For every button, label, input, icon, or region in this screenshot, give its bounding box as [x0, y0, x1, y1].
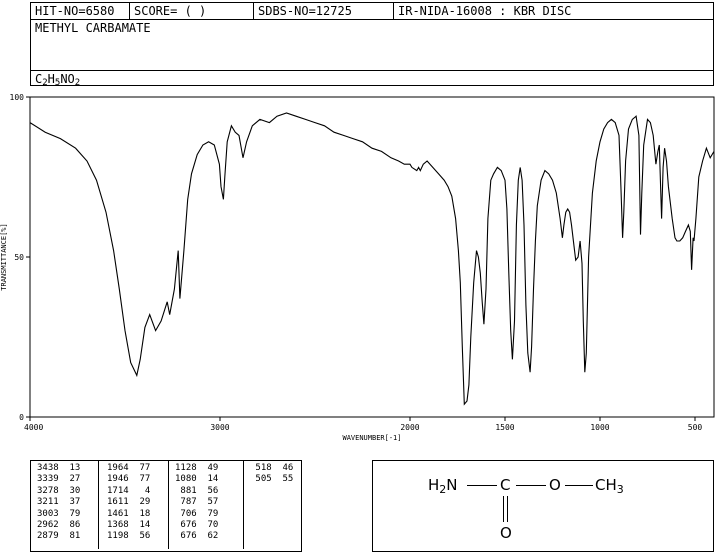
y-axis-label: TRANSMITTANCE[%]: [0, 223, 8, 290]
x-tick-label: 500: [688, 423, 703, 432]
bond-c-o: [516, 485, 546, 486]
double-bond-a: [503, 496, 504, 522]
x-axis-label: WAVENUMBER[-1]: [342, 434, 401, 442]
x-tick-label: 4000: [24, 423, 43, 432]
bond-o-ch3: [565, 485, 593, 486]
structure-panel: H2N C O CH3 O: [372, 460, 714, 552]
x-tick-label: 3000: [210, 423, 229, 432]
x-tick-label: 1500: [495, 423, 514, 432]
x-tick-label: 2000: [400, 423, 419, 432]
bond-n-c: [467, 485, 497, 486]
peak-col-3: 1128 49 1080 14 881 56 787 57 706 79 676…: [168, 461, 218, 549]
methyl-group: CH3: [595, 476, 624, 496]
x-tick-label: 1000: [590, 423, 609, 432]
spectrum-line: [29, 112, 715, 406]
carbonyl-carbon: C: [500, 476, 511, 494]
ir-spectrum-chart: 4000 3000 2000 1500 1000 500 0 50 100 WAVENUMBER…: [0, 93, 715, 442]
ether-oxygen: O: [549, 476, 561, 494]
double-bond-b: [507, 496, 508, 522]
y-tick-label: 50: [14, 253, 24, 262]
peak-col-2: 1964 77 1946 77 1714 4 1611 29 1461 18 1…: [98, 461, 150, 549]
y-tick-label: 0: [19, 413, 24, 422]
amine-group: H2N: [428, 476, 458, 496]
peak-table: 3438 13 3339 27 3278 30 3211 37 3003 79 …: [30, 460, 302, 552]
carbonyl-oxygen: O: [500, 524, 512, 542]
y-tick-label: 100: [10, 93, 25, 102]
plot-frame: [29, 96, 715, 418]
peak-col-1: 3438 13 3339 27 3278 30 3211 37 3003 79 …: [37, 463, 81, 542]
peak-col-4: 518 46 505 55: [243, 461, 293, 549]
